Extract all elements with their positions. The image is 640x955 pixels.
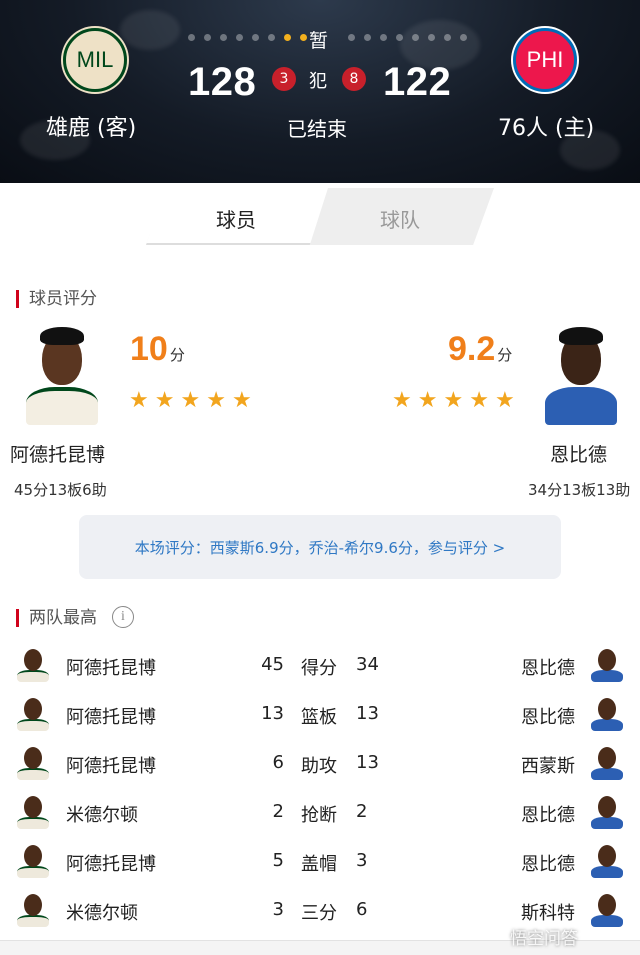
home-fouls-badge: 3 (272, 67, 296, 91)
home-leader-avatar[interactable] (17, 891, 49, 927)
home-player-name[interactable]: 阿德托昆博 (10, 440, 105, 467)
away-leader-value: 13 (356, 752, 379, 773)
watermark: 悟空问答 (510, 929, 578, 949)
away-player-rating: 9.2 分 (448, 330, 513, 368)
star-icon: ★ (180, 388, 201, 413)
stat-category: 三分 (301, 903, 337, 924)
star-icon: ★ (129, 388, 149, 413)
stat-category: 助攻 (301, 756, 337, 777)
tab-team-label[interactable]: 球队 (380, 204, 420, 233)
home-leader-name[interactable]: 阿德托昆博 (66, 654, 156, 680)
stat-category: 得分 (301, 658, 337, 679)
away-team-logo[interactable]: PHI (513, 28, 577, 92)
home-leader-value: 2 (272, 801, 284, 822)
away-leader-value: 13 (356, 703, 379, 724)
home-leader-avatar[interactable] (17, 646, 49, 682)
section-title-leaders: 两队最高 (16, 609, 97, 627)
home-team-name: 雄鹿 (客) (46, 116, 137, 141)
away-leader-value: 2 (356, 801, 368, 822)
home-leader-avatar[interactable] (17, 793, 49, 829)
home-leader-value: 45 (261, 654, 284, 675)
home-leader-name[interactable]: 阿德托昆博 (66, 752, 156, 778)
star-icon: ★ (154, 388, 175, 413)
stats-tabs: 球员 球队 (146, 188, 494, 245)
away-leader-value: 34 (356, 654, 379, 675)
away-player-statline: 34分13板13助 (528, 481, 631, 499)
table-row: 阿德托昆博 45 得分 34 恩比德 (0, 643, 640, 692)
home-leader-value: 5 (272, 850, 284, 871)
home-player-stars: ★ ★ ★ ★ ★ (129, 388, 252, 413)
star-icon: ★ (206, 388, 226, 413)
fouls-label: 犯 (309, 71, 327, 92)
home-leader-name[interactable]: 阿德托昆博 (66, 703, 156, 729)
away-leader-avatar[interactable] (591, 744, 623, 780)
star-icon: ★ (392, 388, 412, 413)
away-leader-avatar[interactable] (591, 891, 623, 927)
star-icon: ★ (469, 388, 489, 413)
table-row: 米德尔顿 2 抢断 2 恩比德 (0, 790, 640, 839)
away-player-photo[interactable] (545, 325, 617, 425)
home-leader-value: 3 (272, 899, 284, 920)
home-player-photo[interactable] (26, 325, 98, 425)
timeout-label: 暂 (309, 30, 329, 52)
stat-category: 篮板 (301, 707, 337, 728)
home-player-statline: 45分13板6助 (14, 481, 107, 499)
away-leader-name[interactable]: 斯科特 (475, 899, 575, 925)
home-leader-name[interactable]: 阿德托昆博 (66, 850, 156, 876)
stat-category: 盖帽 (301, 854, 337, 875)
table-row: 阿德托昆博 5 盖帽 3 恩比德 (0, 839, 640, 888)
home-timeout-indicator (188, 34, 307, 41)
away-leader-name[interactable]: 西蒙斯 (475, 752, 575, 778)
tab-player-label[interactable]: 球员 (216, 204, 256, 233)
game-status: 已结束 (287, 117, 347, 141)
away-timeout-indicator (348, 34, 467, 41)
table-row: 阿德托昆博 13 篮板 13 恩比德 (0, 692, 640, 741)
scoreboard-header: MIL 雄鹿 (客) 暂 128 3 犯 8 122 已结束 PHI 76人 (… (0, 0, 640, 183)
star-icon: ★ (417, 388, 438, 413)
leaders-table: 阿德托昆博 45 得分 34 恩比德 阿德托昆博 13 篮板 13 恩比德 阿德… (0, 643, 640, 937)
home-leader-value: 6 (272, 752, 284, 773)
home-leader-avatar[interactable] (17, 744, 49, 780)
star-icon: ★ (443, 388, 464, 413)
home-team-logo[interactable]: MIL (63, 28, 127, 92)
away-leader-avatar[interactable] (591, 793, 623, 829)
stat-category: 抢断 (301, 805, 337, 826)
away-leader-avatar[interactable] (591, 695, 623, 731)
away-leader-name[interactable]: 恩比德 (475, 703, 575, 729)
home-leader-name[interactable]: 米德尔顿 (66, 801, 138, 827)
home-leader-avatar[interactable] (17, 842, 49, 878)
away-player-stars: ★ ★ ★ ★ ★ (392, 388, 515, 413)
away-leader-name[interactable]: 恩比德 (475, 850, 575, 876)
home-leader-name[interactable]: 米德尔顿 (66, 899, 138, 925)
away-leader-value: 6 (356, 899, 368, 920)
section-title-player-rating: 球员评分 (16, 290, 97, 308)
home-player-rating: 10 分 (130, 330, 185, 368)
away-player-name[interactable]: 恩比德 (550, 440, 607, 467)
away-leader-avatar[interactable] (591, 842, 623, 878)
rating-summary-link[interactable]: 本场评分：西蒙斯6.9分，乔治-希尔9.6分，参与评分 > (79, 515, 561, 579)
away-leader-value: 3 (356, 850, 368, 871)
away-leader-avatar[interactable] (591, 646, 623, 682)
star-icon: ★ (231, 388, 252, 413)
home-leader-avatar[interactable] (17, 695, 49, 731)
away-leader-name[interactable]: 恩比德 (475, 654, 575, 680)
table-row: 阿德托昆博 6 助攻 13 西蒙斯 (0, 741, 640, 790)
away-fouls-badge: 8 (342, 67, 366, 91)
away-team-name: 76人 (主) (498, 116, 595, 141)
info-icon[interactable]: i (112, 606, 134, 628)
away-score: 122 (383, 60, 452, 104)
home-score: 128 (188, 60, 257, 104)
home-leader-value: 13 (261, 703, 284, 724)
star-icon: ★ (494, 388, 515, 413)
away-leader-name[interactable]: 恩比德 (475, 801, 575, 827)
